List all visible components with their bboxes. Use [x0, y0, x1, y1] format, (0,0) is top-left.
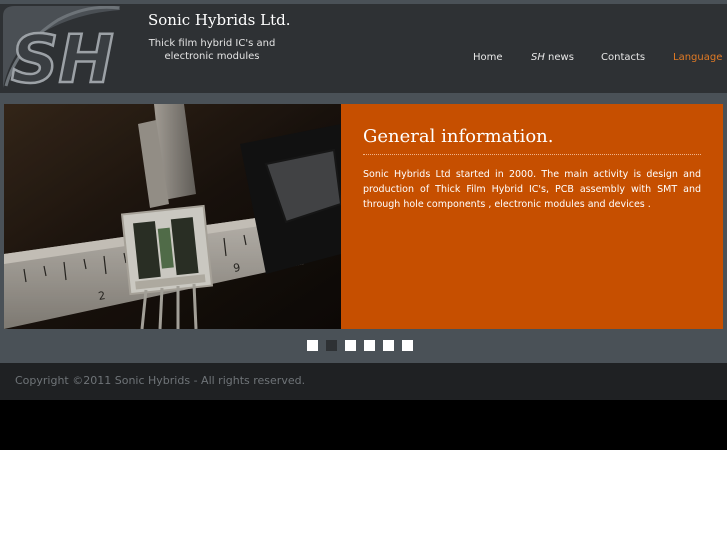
copyright-text: Copyright ©2011 Sonic Hybrids - All righ… [15, 374, 306, 387]
slide-photo: 2 9 8 [4, 104, 341, 329]
pager-dot-4[interactable] [364, 340, 375, 351]
hybrid-ic-photo-icon: 2 9 8 [4, 104, 341, 329]
pager-dot-6[interactable] [402, 340, 413, 351]
slide-text: Sonic Hybrids Ltd started in 2000. The m… [363, 169, 701, 210]
pager-dot-2[interactable] [326, 340, 337, 351]
site-header: SH Sonic Hybrids Ltd. Thick film hybrid … [0, 0, 727, 93]
nav-sh-prefix: SH [531, 52, 545, 63]
nav-news-label: news [544, 52, 574, 63]
site-title: Sonic Hybrids Ltd. [148, 11, 291, 29]
pager-dot-1[interactable] [307, 340, 318, 351]
nav-language-link[interactable]: Language [673, 52, 722, 63]
pager-dot-3[interactable] [345, 340, 356, 351]
nav-home-link[interactable]: Home [473, 52, 503, 63]
slide-info-panel: General information. Sonic Hybrids Ltd s… [341, 104, 723, 329]
nav-contacts-link[interactable]: Contacts [601, 52, 645, 63]
pager-dot-5[interactable] [383, 340, 394, 351]
main-nav: Home SH news Contacts Language [0, 52, 727, 68]
nav-sh-news-link[interactable]: SH news [531, 52, 574, 63]
slider-band: 2 9 8 [0, 93, 727, 363]
slide-heading: General information. [363, 126, 701, 155]
site-logo[interactable]: SH [3, 6, 120, 90]
page-wrapper: SH Sonic Hybrids Ltd. Thick film hybrid … [0, 0, 727, 450]
site-footer: Copyright ©2011 Sonic Hybrids - All righ… [0, 363, 727, 400]
sh-logo-icon: SH [3, 6, 120, 90]
